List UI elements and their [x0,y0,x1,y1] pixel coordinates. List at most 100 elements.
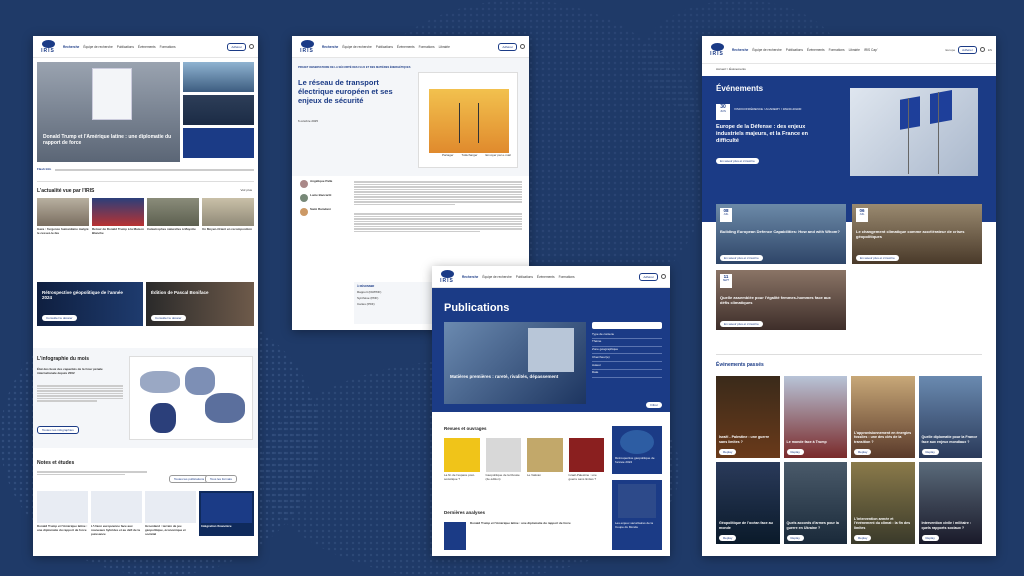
book-card[interactable]: La fin de l'espace post-soviétique ? [444,438,480,482]
email-button[interactable]: Envoyer par e-mail [486,153,511,158]
nav-equipe[interactable]: Équipe de recherche [482,275,511,279]
search-icon[interactable] [661,274,666,279]
adherer-button[interactable]: Adhérer [227,42,246,51]
nav-formations[interactable]: Formations [559,275,575,279]
notes-formats-button[interactable]: Tous les formats [205,475,237,483]
past-event-card[interactable]: Israël - Palestine : une guerre sans lim… [716,376,780,458]
register-button[interactable]: En savoir plus et s'inscrire [720,255,763,261]
nav-recherche[interactable]: Recherche [322,45,338,49]
book-card[interactable]: Le Vatican [527,438,563,482]
replay-button[interactable]: Replay [786,449,804,455]
register-button[interactable]: En savoir plus et s'inscrire [856,255,899,261]
nav-equipe[interactable]: Équipe de recherche [752,48,781,52]
filter-row[interactable]: Type de contenu [592,331,662,339]
replay-button[interactable]: Replay [719,535,737,541]
author[interactable]: Lucie Baccariti [300,193,346,202]
promo-retrospective[interactable]: Rétrospective géopolitique de l'année 20… [37,282,143,326]
promo-button[interactable]: Consulter le dossier [151,315,186,321]
filter-button[interactable]: Filtrer [646,402,662,408]
actu-card[interactable]: Gaza : l'urgence humanitaire malgré le c… [37,198,89,236]
worldcup-side-card[interactable]: Les enjeux sécuritaires de la Coupe du M… [612,480,662,550]
nav-formations[interactable]: Formations [419,45,435,49]
resource-link[interactable]: Rapport (FR/PDF) [357,290,431,295]
past-event-card[interactable]: Le monde face à Trump Replay [783,376,847,458]
nav-recherche[interactable]: Recherche [462,275,478,279]
nav-evenements[interactable]: Événements [537,275,555,279]
nav-publications[interactable]: Publications [516,275,533,279]
past-event-card[interactable]: L'intervention armée et l'événement du c… [851,462,915,544]
nav-publications[interactable]: Publications [117,45,134,49]
hero-title[interactable]: Donald Trump et l'Amérique latine : une … [43,134,173,146]
replay-button[interactable]: Replay [854,535,872,541]
breadcrumb[interactable]: PROJET OBSERVATOIRE DE LA SÉCURITÉ DES F… [298,66,498,69]
note-card[interactable]: L'Union européenne face aux nouveaux hyb… [91,491,142,536]
nav-evenements[interactable]: Événements [138,45,156,49]
infographic-map[interactable] [129,356,253,440]
event-card[interactable]: 08 JUIL Building European Defence Capabil… [716,204,846,264]
actu-card[interactable]: Un Moyen-Orient en recomposition [202,198,254,236]
note-card[interactable]: Groenland : terrain de jeu géopolitique,… [145,491,196,536]
past-event-card[interactable]: Quels accords d'armes pour la guerre en … [783,462,847,544]
adherer-button[interactable]: Adhérer [958,45,977,54]
replay-button[interactable]: Replay [719,449,737,455]
actu-card[interactable]: Catastrophes naturelles à Mayotte [147,198,199,236]
europe-link[interactable]: Europe [945,48,955,52]
adherer-button[interactable]: Adhérer [498,42,517,51]
feature-card[interactable]: Matières premières : rareté, rivalités, … [444,322,586,404]
search-icon[interactable] [249,44,254,49]
resource-link[interactable]: Synthèse (PDF) [357,296,431,301]
iris-logo[interactable]: IRIS [436,269,458,284]
promo-button[interactable]: Consulter le dossier [42,315,77,321]
filter-row[interactable]: Date [592,370,662,378]
register-button[interactable]: En savoir plus et s'inscrire [716,158,759,164]
past-event-card[interactable]: Quelle diplomatie pour la France face au… [918,376,982,458]
replay-button[interactable]: Replay [921,535,939,541]
nav-iris-cap[interactable]: IRIS Cap' [864,48,878,52]
register-button[interactable]: En savoir plus et s'inscrire [720,321,763,327]
side-card[interactable] [183,62,254,92]
flags-image[interactable] [850,88,978,176]
filter-row[interactable]: Zone géographique [592,347,662,355]
book-card[interactable]: Israël-Palestine : une guerre sans limit… [568,438,604,482]
nav-librairie[interactable]: Librairie [849,48,860,52]
nav-evenements[interactable]: Événements [807,48,825,52]
nav-equipe[interactable]: Équipe de recherche [342,45,371,49]
iris-logo[interactable]: IRIS [296,39,318,54]
adherer-button[interactable]: Adhérer [639,272,658,281]
past-event-card[interactable]: Intervention civile / militaire : quels … [918,462,982,544]
nav-librairie[interactable]: Librairie [439,45,450,49]
infog-button[interactable]: Toutes nos infographies [37,426,79,434]
note-card-featured[interactable]: Intégration financière [199,491,254,537]
actu-card[interactable]: Retour de Donald Trump à la Maison Blanc… [92,198,144,236]
retro-side-card[interactable]: Rétrospective géopolitique de l'année 20… [612,426,662,474]
filter-row[interactable]: Auteur [592,362,662,370]
iris-logo[interactable]: IRIS [37,39,59,54]
past-event-card[interactable]: Géopolitique de l'océan face au monde Rep… [716,462,780,544]
past-event-card[interactable]: L'approvisionnement en énergies fossiles… [851,376,915,458]
nav-formations[interactable]: Formations [829,48,845,52]
feature-title[interactable]: Europe de la Défense : des enjeux indust… [716,124,826,145]
nav-publications[interactable]: Publications [786,48,803,52]
event-card[interactable]: 06 JUIL Le changement climatique comme ac… [852,204,982,264]
share-button[interactable]: Partager [442,153,454,158]
nav-recherche[interactable]: Recherche [732,48,748,52]
side-card[interactable] [183,95,254,125]
side-card[interactable] [183,128,254,158]
notes-all-button[interactable]: Toutes les publications [169,475,210,483]
nav-recherche[interactable]: Recherche [63,45,79,49]
filter-row[interactable]: Chercheur(e) [592,354,662,362]
filter-row[interactable]: Thème [592,339,662,347]
note-card[interactable]: Donald Trump et l'Amérique latine : une … [37,491,88,536]
lang-switch[interactable]: EN [988,48,992,52]
hero[interactable]: Donald Trump et l'Amérique latine : une … [37,62,180,162]
filter-search-input[interactable] [592,322,662,329]
promo-boniface[interactable]: Édition de Pascal Boniface Consulter le … [146,282,254,326]
nav-formations[interactable]: Formations [160,45,176,49]
replay-button[interactable]: Replay [786,535,804,541]
author[interactable]: Sami Ramdani [300,207,346,216]
iris-logo[interactable]: IRIS [706,42,728,57]
analyse-card[interactable]: Donald Trump et l'Amérique latine : une … [444,521,604,550]
download-button[interactable]: Télécharger [462,153,478,158]
event-card[interactable]: 11 SEPT Quelle assemblée pour l'égalité f… [716,270,846,330]
resource-link[interactable]: Cartes (PDF) [357,302,431,307]
